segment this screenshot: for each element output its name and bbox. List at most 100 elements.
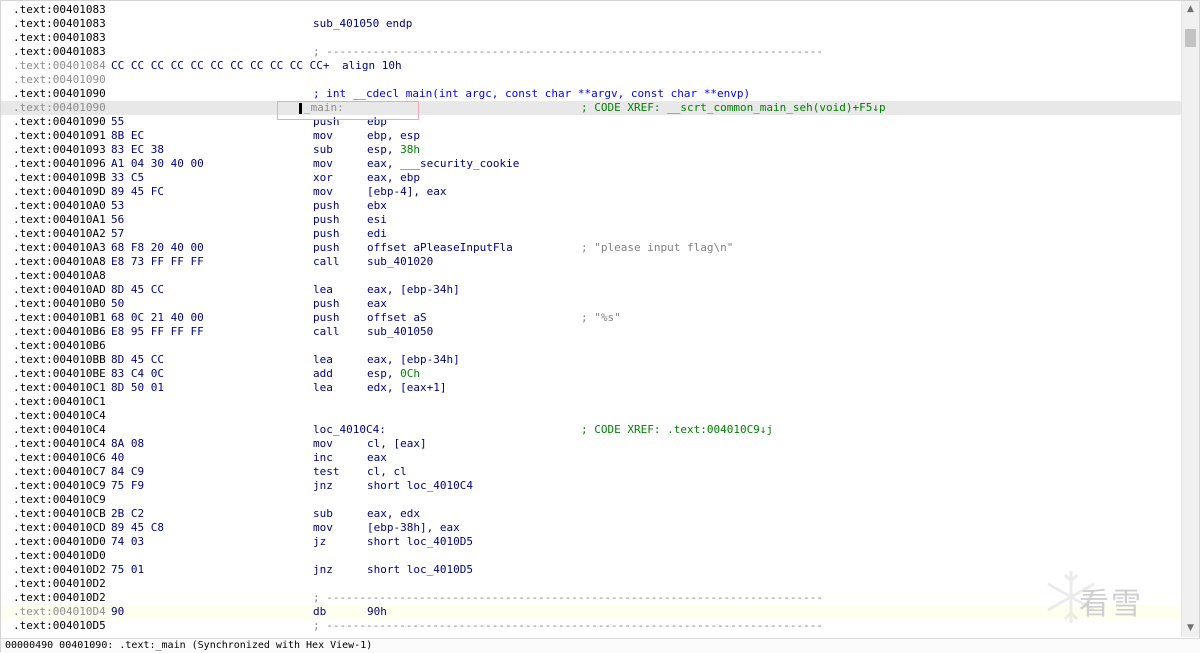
instruction-mnemonic: sub xyxy=(313,143,333,156)
function-prototype-comment: ; int __cdecl main(int argc, const char … xyxy=(313,87,751,100)
disasm-line[interactable]: .text:004010A8 xyxy=(1,269,1184,283)
instruction-mnemonic: lea xyxy=(313,381,333,394)
disasm-line[interactable]: .text:00401090 _main:; CODE XREF: __scrt_… xyxy=(1,101,1184,115)
code-xref-comment: ; CODE XREF: __scrt_common_main_seh(void… xyxy=(581,101,886,114)
scroll-down-icon[interactable]: ▼ xyxy=(1182,620,1199,637)
opcode-bytes: 57 xyxy=(111,227,125,240)
disasm-line[interactable]: .text:004010D2 ; ------------------------… xyxy=(1,591,1184,605)
instruction-operands: eax, edx xyxy=(367,507,420,520)
disasm-line[interactable]: .text:004010D2 75 01 jnz short loc_4010D5 xyxy=(1,563,1184,577)
disasm-line[interactable]: .text:004010CD 89 45 C8 mov [ebp-38h], eax xyxy=(1,521,1184,535)
instruction-operands: short loc_4010D5 xyxy=(367,563,473,576)
disasm-line[interactable]: .text:004010C4 xyxy=(1,409,1184,423)
disasm-line[interactable]: .text:0040109B 33 C5 xor eax, ebp xyxy=(1,171,1184,185)
vertical-scrollbar[interactable]: ▲ ▼ xyxy=(1181,1,1199,637)
opcode-bytes: 83 C4 0C xyxy=(111,367,164,380)
opcode-bytes: 8D 45 CC xyxy=(111,283,164,296)
disasm-line[interactable]: .text:004010D0 74 03 jz short loc_4010D5 xyxy=(1,535,1184,549)
opcode-bytes: 83 EC 38 xyxy=(111,143,164,156)
immediate-value: 0Ch xyxy=(400,367,420,380)
line-address: .text:00401093 xyxy=(13,143,106,156)
separator-comment: ; --------------------------------------… xyxy=(313,45,823,58)
opcode-bytes: 40 xyxy=(111,451,125,464)
line-address: .text:0040109B xyxy=(13,171,106,184)
disasm-line[interactable]: .text:004010B0 50 push eax xyxy=(1,297,1184,311)
line-address: .text:004010B1 xyxy=(13,311,106,324)
disasm-line[interactable]: .text:00401084 CC CC CC CC CC CC CC CC CC… xyxy=(1,59,1184,73)
line-address: .text:004010BB xyxy=(13,353,106,366)
opcode-bytes: 56 xyxy=(111,213,125,226)
line-address: .text:004010B0 xyxy=(13,297,106,310)
opcode-bytes: 75 F9 xyxy=(111,479,145,492)
opcode-bytes: A1 04 30 40 00 xyxy=(111,157,204,170)
instruction-operands: 90h xyxy=(367,605,387,618)
opcode-bytes: 74 03 xyxy=(111,535,145,548)
disasm-line[interactable]: .text:004010B6 xyxy=(1,339,1184,353)
instruction-mnemonic: mov xyxy=(313,129,333,142)
disasm-line[interactable]: .text:004010A8 E8 73 FF FF FF call sub_4010… xyxy=(1,255,1184,269)
line-address: .text:004010D0 xyxy=(13,549,106,562)
opcode-bytes: 8B EC xyxy=(111,129,145,142)
scrollbar-thumb[interactable] xyxy=(1185,29,1196,47)
disasm-line[interactable]: .text:004010C4 loc_4010C4: ; CODE XREF: .t… xyxy=(1,423,1184,437)
disasm-line[interactable]: .text:004010AD 8D 45 CC lea eax, [ebp-34h] xyxy=(1,283,1184,297)
instruction-mnemonic: lea xyxy=(313,353,333,366)
instruction-mnemonic: push xyxy=(313,297,340,310)
disasm-line[interactable]: .text:00401083 xyxy=(1,31,1184,45)
instruction-operands: ebp, esp xyxy=(367,129,420,142)
disasm-line[interactable]: .text:004010D2 xyxy=(1,577,1184,591)
disasm-line[interactable]: .text:00401090 ; int __cdecl main(int arg… xyxy=(1,87,1184,101)
instruction-operands: [ebp-4], eax xyxy=(367,185,447,198)
disasm-line[interactable]: .text:00401090 xyxy=(1,73,1184,87)
disasm-line[interactable]: .text:004010C1 xyxy=(1,395,1184,409)
line-address: .text:004010C4 xyxy=(13,423,106,436)
disasm-line[interactable]: .text:0040109D 89 45 FC mov [ebp-4], eax xyxy=(1,185,1184,199)
line-address: .text:0040109D xyxy=(13,185,106,198)
disasm-line[interactable]: .text:004010BE 83 C4 0C add esp, 0Ch xyxy=(1,367,1184,381)
disasm-line[interactable]: .text:004010B6 E8 95 FF FF FF call sub_4010… xyxy=(1,325,1184,339)
line-address: .text:004010A8 xyxy=(13,269,106,282)
disasm-line[interactable]: .text:004010C9 xyxy=(1,493,1184,507)
disasm-line[interactable]: .text:004010CB 2B C2 sub eax, edx xyxy=(1,507,1184,521)
line-address: .text:004010D2 xyxy=(13,563,106,576)
line-address: .text:00401090 xyxy=(13,73,106,86)
line-address: .text:004010D2 xyxy=(13,577,106,590)
instruction-operands: edx, [eax+1] xyxy=(367,381,447,394)
disasm-line[interactable]: .text:00401083 ; ------------------------… xyxy=(1,45,1184,59)
instruction-operands: ebx xyxy=(367,199,387,212)
disassembly-listing[interactable]: .text:00401083 .text:00401083 sub_401050 e… xyxy=(1,3,1184,636)
instruction-operands: eax, ebp xyxy=(367,171,420,184)
instruction-operands: offset aPleaseInputFla xyxy=(367,241,513,254)
disasm-line[interactable]: .text:004010A3 68 F8 20 40 00 push offset a… xyxy=(1,241,1184,255)
disasm-line[interactable]: .text:004010C9 75 F9 jnz short loc_4010C4 xyxy=(1,479,1184,493)
scroll-up-icon[interactable]: ▲ xyxy=(1182,1,1199,18)
disasm-line[interactable]: .text:004010D0 xyxy=(1,549,1184,563)
disasm-line[interactable]: .text:00401083 xyxy=(1,3,1184,17)
disasm-line[interactable]: .text:004010B1 68 0C 21 40 00 push offset a… xyxy=(1,311,1184,325)
instruction-operands: eax, [ebp-34h] xyxy=(367,283,460,296)
disasm-line[interactable]: .text:00401093 83 EC 38 sub esp, 38h xyxy=(1,143,1184,157)
string-comment: ; "%s" xyxy=(581,311,621,324)
instruction-operands: offset aS xyxy=(367,311,427,324)
disasm-line[interactable]: .text:00401091 8B EC mov ebp, esp xyxy=(1,129,1184,143)
disasm-line[interactable]: .text:004010C4 8A 08 mov cl, [eax] xyxy=(1,437,1184,451)
line-address: .text:004010C1 xyxy=(13,381,106,394)
opcode-bytes: CC CC CC CC CC CC CC CC CC CC CC+ xyxy=(111,59,330,72)
disasm-line[interactable]: .text:004010C1 8D 50 01 lea edx, [eax+1] xyxy=(1,381,1184,395)
disasm-line[interactable]: .text:004010D5 ; ------------------------… xyxy=(1,619,1184,633)
opcode-bytes: 50 xyxy=(111,297,125,310)
disasm-line[interactable]: .text:00401096 A1 04 30 40 00 mov eax, ___s… xyxy=(1,157,1184,171)
line-address: .text:00401090 xyxy=(13,87,106,100)
disasm-line[interactable]: .text:004010C7 84 C9 test cl, cl xyxy=(1,465,1184,479)
disasm-line[interactable]: .text:004010C6 40 inc eax xyxy=(1,451,1184,465)
disasm-line[interactable]: .text:004010D4 90 db 90h xyxy=(1,605,1184,619)
disasm-line[interactable]: .text:004010A2 57 push edi xyxy=(1,227,1184,241)
opcode-bytes: 75 01 xyxy=(111,563,145,576)
disasm-line[interactable]: .text:00401090 55 push ebp xyxy=(1,115,1184,129)
disasm-line[interactable]: .text:00401083 sub_401050 endp xyxy=(1,17,1184,31)
disasm-line[interactable]: .text:004010BB 8D 45 CC lea eax, [ebp-34h] xyxy=(1,353,1184,367)
instruction-operands: eax, ___security_cookie xyxy=(367,157,520,170)
disasm-line[interactable]: .text:004010A1 56 push esi xyxy=(1,213,1184,227)
line-address: .text:004010C9 xyxy=(13,493,106,506)
disasm-line[interactable]: .text:004010A0 53 push ebx xyxy=(1,199,1184,213)
